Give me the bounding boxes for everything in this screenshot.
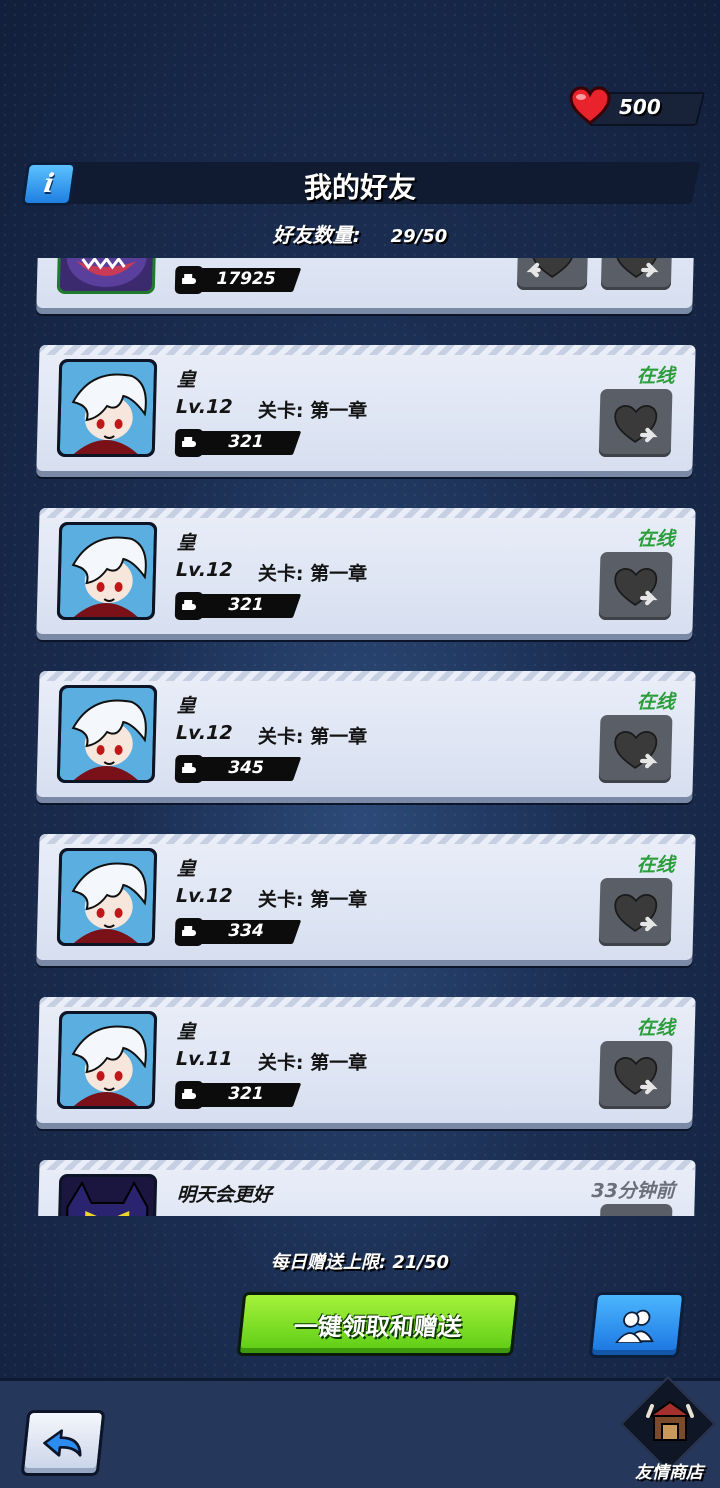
power-value: 321 [228,595,265,615]
claim-and-send-all-label: 一键领取和赠送 [292,1312,464,1341]
send-heart-button[interactable] [598,389,673,457]
online-status: 在线 [636,854,676,876]
power-badge: 321 [174,1081,302,1109]
add-friends-button[interactable] [588,1292,686,1358]
power-badge: 345 [174,755,302,783]
online-status: 在线 [636,365,676,387]
avatar [56,258,158,294]
send-heart-button[interactable] [598,1041,673,1109]
send-heart-icon [614,404,658,443]
friend-level: Lv.11 [175,1048,233,1070]
friend-count-value: 29/50 [390,226,448,247]
back-arrow-icon [43,1429,82,1457]
white-hair-avatar-icon [59,525,155,617]
shop-icon [646,1400,694,1441]
friend-name: 皇 [176,858,197,880]
friend-count: 好友数量: 29/50 [0,219,720,248]
friend-level: Lv.12 [175,722,233,744]
friend-stage: 关卡: 第一章 [257,1052,368,1074]
receive-heart-button[interactable] [516,258,589,290]
avatar [56,1011,158,1109]
friend-name: 皇 [176,1021,197,1043]
hearts-counter: 500 [569,86,706,126]
friend-stage: 关卡: 第一章 [257,726,368,748]
white-hair-avatar-icon [59,851,155,943]
avatar [56,359,158,457]
power-badge: 321 [174,592,302,620]
receive-heart-icon [526,258,575,278]
friend-card[interactable]: 皇 Lv.12 关卡: 第一章 334 在线 [36,834,696,960]
friend-card[interactable]: 17925 [36,258,696,308]
dark-demon-avatar-icon [59,1177,155,1216]
online-status: 在线 [636,528,676,550]
shop-label: 友情商店 [635,1463,703,1483]
send-heart-button[interactable] [598,1204,673,1216]
friend-level: Lv.12 [175,396,233,418]
bottom-bar [0,1378,720,1488]
heart-icon [569,86,611,125]
last-seen-status: 33分钟前 [591,1180,676,1202]
friend-name: 皇 [176,369,197,391]
friend-card[interactable]: 明天会更好 33分钟前 [36,1160,696,1216]
fist-icon [174,755,204,783]
send-heart-icon [614,893,658,932]
online-status: 在线 [636,691,676,713]
daily-gift-limit: 每日赠送上限: 21/50 [270,1252,450,1273]
send-heart-icon [614,730,658,769]
friend-card[interactable]: 皇 Lv.12 关卡: 第一章 345 在线 [36,671,696,797]
power-value: 17925 [216,269,276,289]
claim-and-send-all-button[interactable]: 一键领取和赠送 [236,1292,520,1356]
online-status: 在线 [636,1017,676,1039]
avatar [56,522,158,620]
page-title: 我的好友 [303,171,416,204]
white-hair-avatar-icon [59,1014,155,1106]
power-value: 321 [228,1084,265,1104]
friend-name: 皇 [176,532,197,554]
fist-icon [174,592,204,620]
send-heart-button[interactable] [598,878,673,946]
power-value: 321 [228,432,265,452]
avatar [56,848,158,946]
power-value: 345 [228,758,265,778]
send-heart-icon [615,258,659,278]
send-heart-button[interactable] [600,258,673,290]
white-hair-avatar-icon [59,688,155,780]
fist-icon [174,918,204,946]
power-badge: 17925 [174,266,302,294]
back-button[interactable] [20,1410,106,1476]
friend-card[interactable]: 皇 Lv.12 关卡: 第一章 321 在线 [36,508,696,634]
fist-icon [174,1081,204,1109]
friend-name: 皇 [176,695,197,717]
fist-icon [174,266,204,294]
send-heart-icon [609,1214,662,1216]
monster-avatar-icon [59,258,155,291]
hearts-value: 500 [619,95,661,119]
friend-stage: 关卡: 第一章 [257,563,368,585]
friend-card[interactable]: 皇 Lv.12 关卡: 第一章 321 在线 [36,345,696,471]
friend-count-label: 好友数量: [272,223,361,247]
power-badge: 334 [174,918,302,946]
send-heart-button[interactable] [598,552,673,620]
friend-stage: 关卡: 第一章 [257,889,368,911]
avatar [56,1174,158,1216]
power-value: 334 [228,921,265,941]
send-heart-icon [614,567,658,606]
friend-name: 明天会更好 [176,1184,273,1206]
fist-icon [174,429,204,457]
send-heart-button[interactable] [598,715,673,783]
power-badge: 321 [174,429,302,457]
friend-list[interactable]: 17925 皇 Lv.12 关卡: 第一章 321 在线 皇 Lv.12 关卡:… [0,258,720,1216]
white-hair-avatar-icon [59,362,155,454]
friends-icon [614,1309,654,1343]
friend-level: Lv.12 [175,885,233,907]
friend-stage: 关卡: 第一章 [257,400,368,422]
send-heart-icon [614,1056,658,1095]
friend-level: Lv.12 [175,559,233,581]
friend-card[interactable]: 皇 Lv.11 关卡: 第一章 321 在线 [36,997,696,1123]
avatar [56,685,158,783]
friendship-shop-button[interactable]: 友情商店 [619,1375,720,1485]
